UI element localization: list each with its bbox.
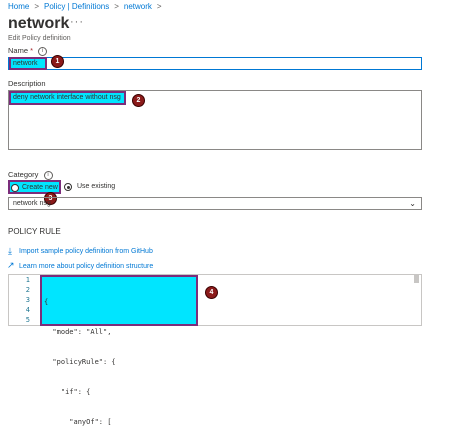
page-subtitle: Edit Policy definition — [8, 35, 71, 42]
info-icon[interactable]: i — [43, 170, 53, 180]
learn-more-link[interactable]: Learn more about policy definition struc… — [19, 263, 153, 270]
line-number: 2 — [25, 286, 30, 294]
name-input-value[interactable]: network — [9, 57, 47, 70]
annotation-badge-1: 1 — [51, 55, 64, 68]
annotation-badge-4: 4 — [205, 286, 218, 299]
download-icon: ⤓ — [8, 246, 12, 256]
info-icon[interactable]: i — [38, 46, 48, 56]
category-label: Category i — [8, 170, 53, 180]
code-line: "mode": "All", — [44, 328, 112, 336]
breadcrumb-separator: > — [156, 2, 162, 11]
description-label: Description — [8, 79, 46, 88]
code-highlight[interactable]: { "mode": "All", "policyRule": { "if": {… — [40, 275, 198, 426]
line-number: 3 — [25, 296, 30, 304]
breadcrumb-separator: > — [34, 2, 40, 11]
import-sample-link[interactable]: Import sample policy definition from Git… — [19, 248, 153, 255]
breadcrumb-policy-definitions[interactable]: Policy | Definitions — [44, 2, 109, 11]
code-line: "if": { — [44, 388, 91, 396]
breadcrumb-network[interactable]: network — [124, 2, 152, 11]
description-value[interactable]: deny network interface without nsg — [9, 91, 126, 105]
category-label-text: Category — [8, 170, 39, 179]
line-numbers: 1 2 3 4 5 — [14, 275, 30, 325]
breadcrumb: Home > Policy | Definitions > network > — [8, 2, 162, 11]
annotation-badge-2: 2 — [132, 94, 145, 107]
code-line: "policyRule": { — [44, 358, 116, 366]
breadcrumb-home[interactable]: Home — [8, 2, 29, 11]
line-number: 4 — [25, 306, 30, 314]
chevron-down-icon: ⌄ — [409, 199, 416, 208]
external-link-icon: ↗ — [7, 260, 15, 270]
category-select-value: network nsg — [13, 200, 51, 207]
page-title: network — [8, 15, 70, 32]
use-existing-label[interactable]: Use existing — [77, 183, 115, 190]
radio-create-new[interactable] — [11, 184, 19, 192]
radio-use-existing[interactable] — [64, 183, 72, 191]
breadcrumb-separator: > — [114, 2, 119, 11]
required-mark: * — [30, 46, 34, 55]
name-input[interactable] — [8, 57, 422, 70]
line-number: 5 — [25, 316, 30, 324]
code-line: { — [44, 298, 49, 306]
name-label: Name * i — [8, 46, 48, 56]
code-line: "anyOf": [ — [44, 418, 112, 426]
name-label-text: Name — [8, 46, 29, 55]
policy-rule-heading: POLICY RULE — [8, 227, 61, 236]
line-number: 1 — [25, 276, 30, 284]
create-new-label: Create new — [22, 184, 58, 191]
category-select[interactable]: network nsg ⌄ — [8, 197, 422, 210]
more-options-icon[interactable]: ··· — [70, 16, 84, 28]
editor-scrollbar[interactable] — [414, 275, 419, 283]
